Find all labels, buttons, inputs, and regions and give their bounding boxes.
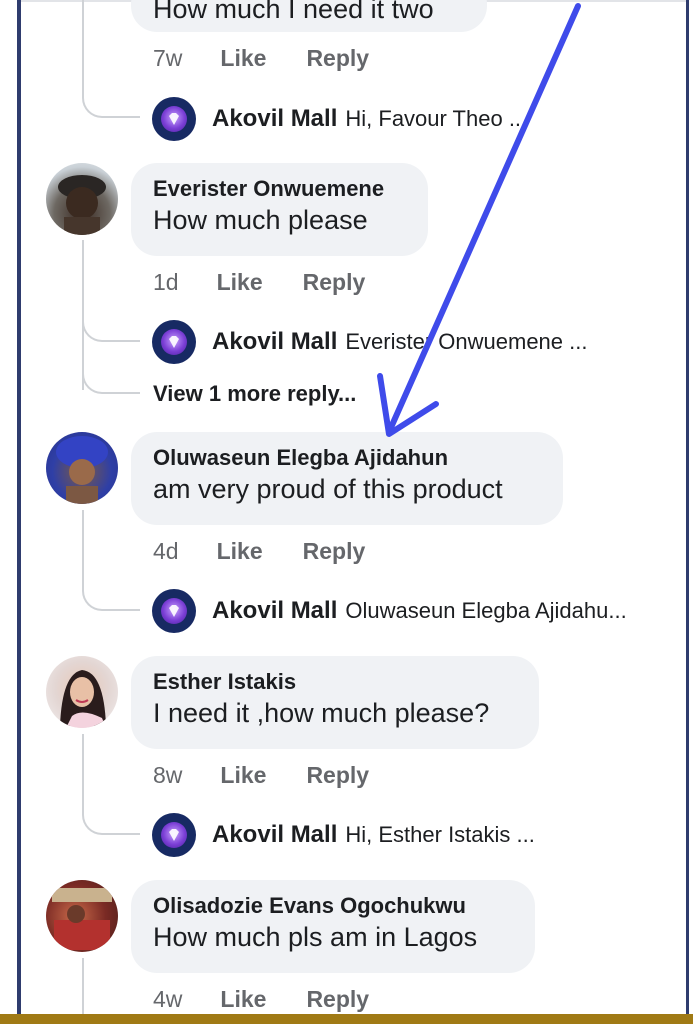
arrow-annotation (377, 3, 581, 437)
comments-screenshot: How much I need it two 7w Like Reply Akovi… (0, 0, 693, 1024)
bottom-bar (0, 1014, 693, 1024)
arrow-shaft (386, 3, 581, 435)
